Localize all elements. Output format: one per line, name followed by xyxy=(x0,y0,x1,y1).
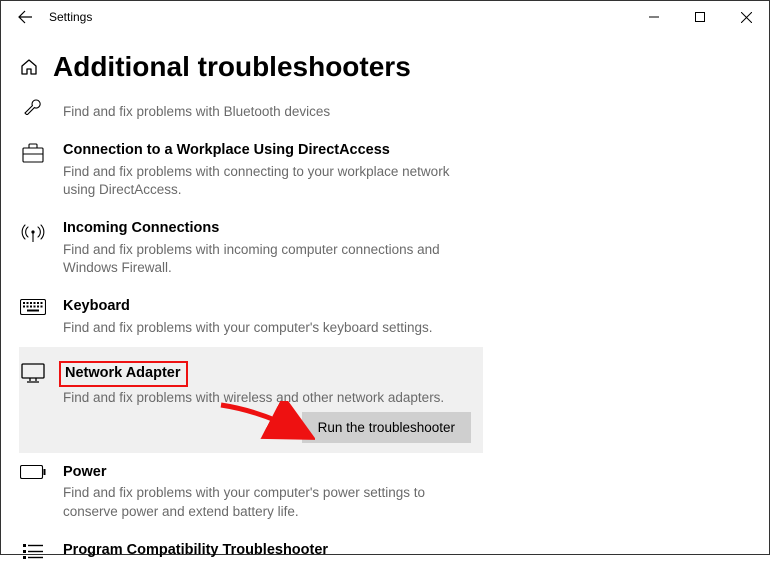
antenna-icon xyxy=(21,221,45,243)
run-troubleshooter-button[interactable]: Run the troubleshooter xyxy=(302,412,471,443)
item-title: Network Adapter xyxy=(63,361,465,387)
monitor-icon xyxy=(21,363,45,385)
item-title: Power xyxy=(63,463,465,483)
item-desc: Find and fix problems with your computer… xyxy=(63,484,465,520)
item-desc: Find and fix problems with Bluetooth dev… xyxy=(63,103,465,121)
briefcase-icon xyxy=(22,143,44,163)
wrench-icon xyxy=(23,99,43,115)
item-desc: Find and fix problems with wireless and … xyxy=(63,389,465,407)
maximize-icon xyxy=(695,12,705,22)
back-button[interactable] xyxy=(7,1,43,33)
highlight-annotation: Network Adapter xyxy=(59,361,188,387)
item-desc: Find and fix problems with connecting to… xyxy=(63,163,465,199)
arrow-annotation xyxy=(217,401,315,443)
troubleshooter-list: Find and fix problems with Bluetooth dev… xyxy=(19,91,769,571)
back-arrow-icon xyxy=(17,9,33,25)
window-title: Settings xyxy=(43,10,92,24)
list-icon xyxy=(22,543,44,561)
keyboard-icon xyxy=(20,299,46,315)
battery-icon xyxy=(20,465,46,479)
close-button[interactable] xyxy=(723,1,769,33)
titlebar: Settings xyxy=(1,1,769,33)
maximize-button[interactable] xyxy=(677,1,723,33)
troubleshooter-item-keyboard[interactable]: Keyboard Find and fix problems with your… xyxy=(19,287,483,347)
troubleshooter-item-directaccess[interactable]: Connection to a Workplace Using DirectAc… xyxy=(19,131,483,209)
item-title: Incoming Connections xyxy=(63,219,465,239)
troubleshooter-item-network-adapter[interactable]: Network Adapter Find and fix problems wi… xyxy=(19,347,483,453)
page-title: Additional troubleshooters xyxy=(53,51,411,83)
troubleshooter-item-bluetooth[interactable]: Find and fix problems with Bluetooth dev… xyxy=(19,91,483,131)
home-icon[interactable] xyxy=(19,57,39,77)
troubleshooter-item-incoming[interactable]: Incoming Connections Find and fix proble… xyxy=(19,209,483,287)
page-body: Additional troubleshooters Find and fix … xyxy=(1,33,769,571)
close-icon xyxy=(741,12,752,23)
page-header: Additional troubleshooters xyxy=(19,51,769,83)
troubleshooter-item-power[interactable]: Power Find and fix problems with your co… xyxy=(19,453,483,531)
item-desc: Find and fix problems with incoming comp… xyxy=(63,241,465,277)
window-controls xyxy=(631,1,769,33)
item-title: Keyboard xyxy=(63,297,465,317)
item-title: Connection to a Workplace Using DirectAc… xyxy=(63,141,465,161)
troubleshooter-item-compat[interactable]: Program Compatibility Troubleshooter xyxy=(19,531,483,571)
item-title: Program Compatibility Troubleshooter xyxy=(63,541,465,561)
minimize-button[interactable] xyxy=(631,1,677,33)
minimize-icon xyxy=(649,12,659,22)
item-desc: Find and fix problems with your computer… xyxy=(63,319,465,337)
